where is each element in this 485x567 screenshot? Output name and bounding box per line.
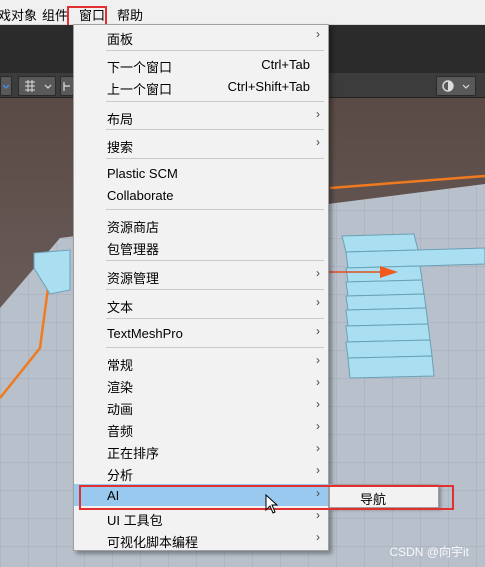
menu-item-panels[interactable]: 面板 › bbox=[74, 25, 328, 47]
menu-item-label: 搜索 bbox=[107, 140, 134, 155]
watermark: CSDN @向宇it bbox=[389, 545, 469, 559]
chevron-right-icon: › bbox=[316, 375, 320, 389]
menu-item-label: 布局 bbox=[107, 112, 134, 127]
menu-item-label: 资源管理 bbox=[107, 271, 160, 286]
menu-item-label: 面板 bbox=[107, 32, 134, 47]
menu-item-label: 渲染 bbox=[107, 380, 134, 395]
menu-item-label: UI 工具包 bbox=[107, 513, 163, 528]
menu-separator bbox=[106, 209, 324, 210]
menu-item-animation[interactable]: 动画 › bbox=[74, 395, 328, 417]
menu-item-label: 上一个窗口 bbox=[107, 82, 173, 97]
chevron-right-icon: › bbox=[316, 353, 320, 367]
menu-item-next-window[interactable]: 下一个窗口 Ctrl+Tab bbox=[74, 53, 328, 75]
menu-separator bbox=[106, 289, 324, 290]
chevron-right-icon: › bbox=[316, 419, 320, 433]
mouse-cursor-icon bbox=[265, 494, 279, 514]
menu-item-package-manager[interactable]: 包管理器 bbox=[74, 235, 328, 257]
chevron-right-icon: › bbox=[316, 107, 320, 121]
menu-separator bbox=[106, 260, 324, 261]
chevron-right-icon: › bbox=[316, 266, 320, 280]
menu-item-collaborate[interactable]: Collaborate bbox=[74, 184, 328, 206]
menu-separator bbox=[106, 101, 324, 102]
view-dropdown-icon[interactable] bbox=[0, 76, 12, 96]
chevron-right-icon: › bbox=[316, 463, 320, 477]
menubar-component[interactable]: 组件 bbox=[42, 5, 68, 24]
menu-item-search[interactable]: 搜索 › bbox=[74, 133, 328, 155]
menu-item-asset-management[interactable]: 资源管理 › bbox=[74, 264, 328, 286]
chevron-right-icon: › bbox=[316, 530, 320, 544]
menu-item-rendering[interactable]: 渲染 › bbox=[74, 373, 328, 395]
menu-item-textmeshpro[interactable]: TextMeshPro › bbox=[74, 322, 328, 344]
menu-item-visual-scripting[interactable]: 可视化脚本编程 › bbox=[74, 528, 328, 550]
chevron-right-icon: › bbox=[316, 295, 320, 309]
menu-item-plastic-scm[interactable]: Plastic SCM bbox=[74, 162, 328, 184]
menu-item-audio[interactable]: 音频 › bbox=[74, 417, 328, 439]
chevron-right-icon: › bbox=[316, 135, 320, 149]
chevron-right-icon: › bbox=[316, 27, 320, 41]
menu-separator bbox=[106, 318, 324, 319]
chevron-right-icon: › bbox=[316, 397, 320, 411]
menu-separator bbox=[106, 129, 324, 130]
grid-icon[interactable] bbox=[18, 76, 56, 96]
menu-item-previous-window[interactable]: 上一个窗口 Ctrl+Shift+Tab bbox=[74, 75, 328, 97]
menu-item-label: 动画 bbox=[107, 402, 134, 417]
menu-item-label: TextMeshPro bbox=[107, 326, 183, 341]
menu-item-label: 文本 bbox=[107, 300, 134, 315]
menu-item-general[interactable]: 常规 › bbox=[74, 351, 328, 373]
menu-item-sequencing[interactable]: 正在排序 › bbox=[74, 439, 328, 461]
menu-item-label: 包管理器 bbox=[107, 242, 160, 257]
menu-item-label: 常规 bbox=[107, 358, 134, 373]
menu-separator bbox=[106, 50, 324, 51]
menu-item-label: 音频 bbox=[107, 424, 134, 439]
chevron-right-icon: › bbox=[316, 324, 320, 338]
menu-item-shortcut: Ctrl+Shift+Tab bbox=[227, 79, 310, 94]
menu-separator bbox=[106, 158, 324, 159]
menubar-gameobject[interactable]: 戏对象 bbox=[0, 5, 37, 24]
snap-icon[interactable] bbox=[60, 76, 74, 96]
menu-item-label: Plastic SCM bbox=[107, 166, 178, 181]
menu-separator bbox=[106, 347, 324, 348]
menu-item-analysis[interactable]: 分析 › bbox=[74, 461, 328, 483]
menu-item-asset-store[interactable]: 资源商店 bbox=[74, 213, 328, 235]
chevron-right-icon: › bbox=[316, 508, 320, 522]
menu-item-shortcut: Ctrl+Tab bbox=[261, 57, 310, 72]
menu-item-label: 分析 bbox=[107, 468, 134, 483]
chevron-right-icon: › bbox=[316, 441, 320, 455]
menu-item-text[interactable]: 文本 › bbox=[74, 293, 328, 315]
menu-item-label: 资源商店 bbox=[107, 220, 160, 235]
menubar-help[interactable]: 帮助 bbox=[117, 5, 143, 24]
window-menu-dropdown: 面板 › 下一个窗口 Ctrl+Tab 上一个窗口 Ctrl+Shift+Tab 布局 › 搜索… bbox=[73, 24, 329, 551]
menu-item-label: 可视化脚本编程 bbox=[107, 535, 199, 550]
menu-item-label: 下一个窗口 bbox=[107, 60, 173, 75]
menu-item-label: Collaborate bbox=[107, 188, 174, 203]
menu-item-label: 正在排序 bbox=[107, 446, 160, 461]
menu-item-layout[interactable]: 布局 › bbox=[74, 105, 328, 127]
gizmo-toggle-icon[interactable] bbox=[436, 76, 476, 96]
